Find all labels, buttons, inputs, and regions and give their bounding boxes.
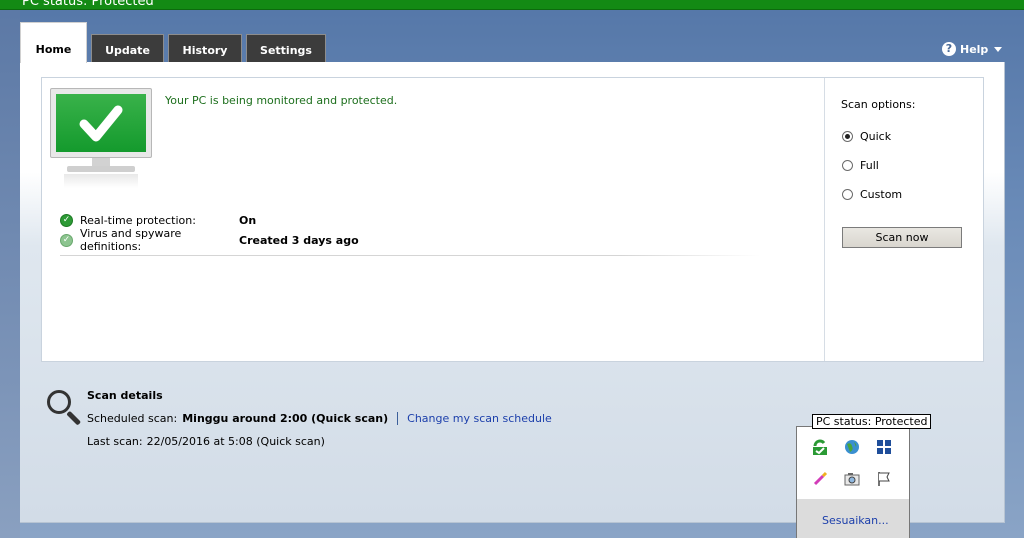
check-question-icon: ✓ — [60, 233, 73, 247]
scan-option-full[interactable]: Full — [842, 159, 879, 172]
tray-tooltip: PC status: Protected — [812, 414, 932, 429]
scan-options-divider — [824, 78, 825, 361]
scheduled-scan-value: Minggu around 2:00 (Quick scan) — [182, 412, 389, 425]
title-bar-text: PC status: Protected — [22, 0, 154, 9]
realtime-protection-label: Real-time protection: — [80, 213, 196, 227]
help-label: Help — [960, 42, 989, 56]
status-panel: Your PC is being monitored and protected… — [41, 77, 984, 362]
full-label: Full — [860, 159, 879, 172]
magnifier-ring — [47, 390, 71, 414]
network-globe-icon[interactable] — [843, 438, 861, 456]
paint-brush-icon[interactable] — [811, 470, 829, 488]
tab-home[interactable]: Home — [20, 22, 87, 63]
definitions-row: ✓ Virus and spyware definitions: Created… — [60, 227, 359, 253]
monitor-neck — [92, 158, 110, 166]
protection-status-message: Your PC is being monitored and protected… — [165, 94, 398, 107]
monitor-base — [67, 166, 135, 172]
tab-update[interactable]: Update — [91, 34, 164, 62]
desktop-background — [0, 0, 20, 538]
tab-history[interactable]: History — [168, 34, 242, 62]
quick-label: Quick — [860, 130, 892, 143]
scan-now-button[interactable]: Scan now — [842, 227, 962, 248]
definitions-label: Virus and spyware definitions: — [80, 227, 182, 253]
definitions-value: Created 3 days ago — [239, 233, 359, 247]
customize-link[interactable]: Sesuaikan... — [822, 514, 889, 527]
quick-radio[interactable] — [842, 131, 853, 142]
chevron-down-icon — [994, 46, 1003, 52]
monitor-frame — [50, 88, 152, 158]
security-shield-icon[interactable] — [811, 438, 829, 456]
title-bar: PC status: Protected — [0, 0, 1024, 10]
monitor-reflection — [64, 174, 138, 188]
tray-customize-area: Sesuaikan... — [797, 499, 909, 538]
scheduled-scan-label: Scheduled scan: — [87, 412, 178, 425]
full-radio[interactable] — [842, 160, 853, 171]
monitor-screen — [56, 94, 146, 152]
change-scan-schedule-link[interactable]: Change my scan schedule — [407, 412, 552, 425]
last-scan-value: 22/05/2016 at 5:08 (Quick scan) — [146, 435, 325, 448]
notification-tray-popup: Sesuaikan... — [796, 426, 910, 538]
last-scan-row: Last scan: 22/05/2016 at 5:08 (Quick sca… — [87, 435, 325, 448]
tab-settings[interactable]: Settings — [246, 34, 326, 62]
help-menu-button[interactable]: ? Help — [942, 42, 1003, 56]
check-circle-icon: ✓ — [60, 213, 73, 227]
flag-icon[interactable] — [875, 470, 893, 488]
scan-option-custom[interactable]: Custom — [842, 188, 902, 201]
realtime-protection-row: ✓ Real-time protection: On — [60, 212, 256, 228]
custom-label: Custom — [860, 188, 903, 201]
status-divider — [60, 255, 760, 256]
custom-radio[interactable] — [842, 189, 853, 200]
protected-monitor-icon — [50, 88, 152, 188]
scan-options-title: Scan options: — [841, 98, 916, 111]
realtime-protection-value: On — [239, 213, 257, 227]
scan-option-quick[interactable]: Quick — [842, 130, 891, 143]
camera-icon[interactable] — [843, 470, 861, 488]
magnifier-icon — [47, 390, 83, 426]
scheduled-scan-row: Scheduled scan: Minggu around 2:00 (Quic… — [87, 412, 552, 425]
scan-details-title: Scan details — [87, 389, 163, 402]
magnifier-handle — [66, 410, 82, 426]
last-scan-label: Last scan: — [87, 435, 143, 448]
link-separator — [397, 412, 399, 425]
checkmark-icon — [79, 105, 123, 142]
help-icon: ? — [942, 42, 956, 56]
windows-grid-icon[interactable] — [875, 438, 893, 456]
